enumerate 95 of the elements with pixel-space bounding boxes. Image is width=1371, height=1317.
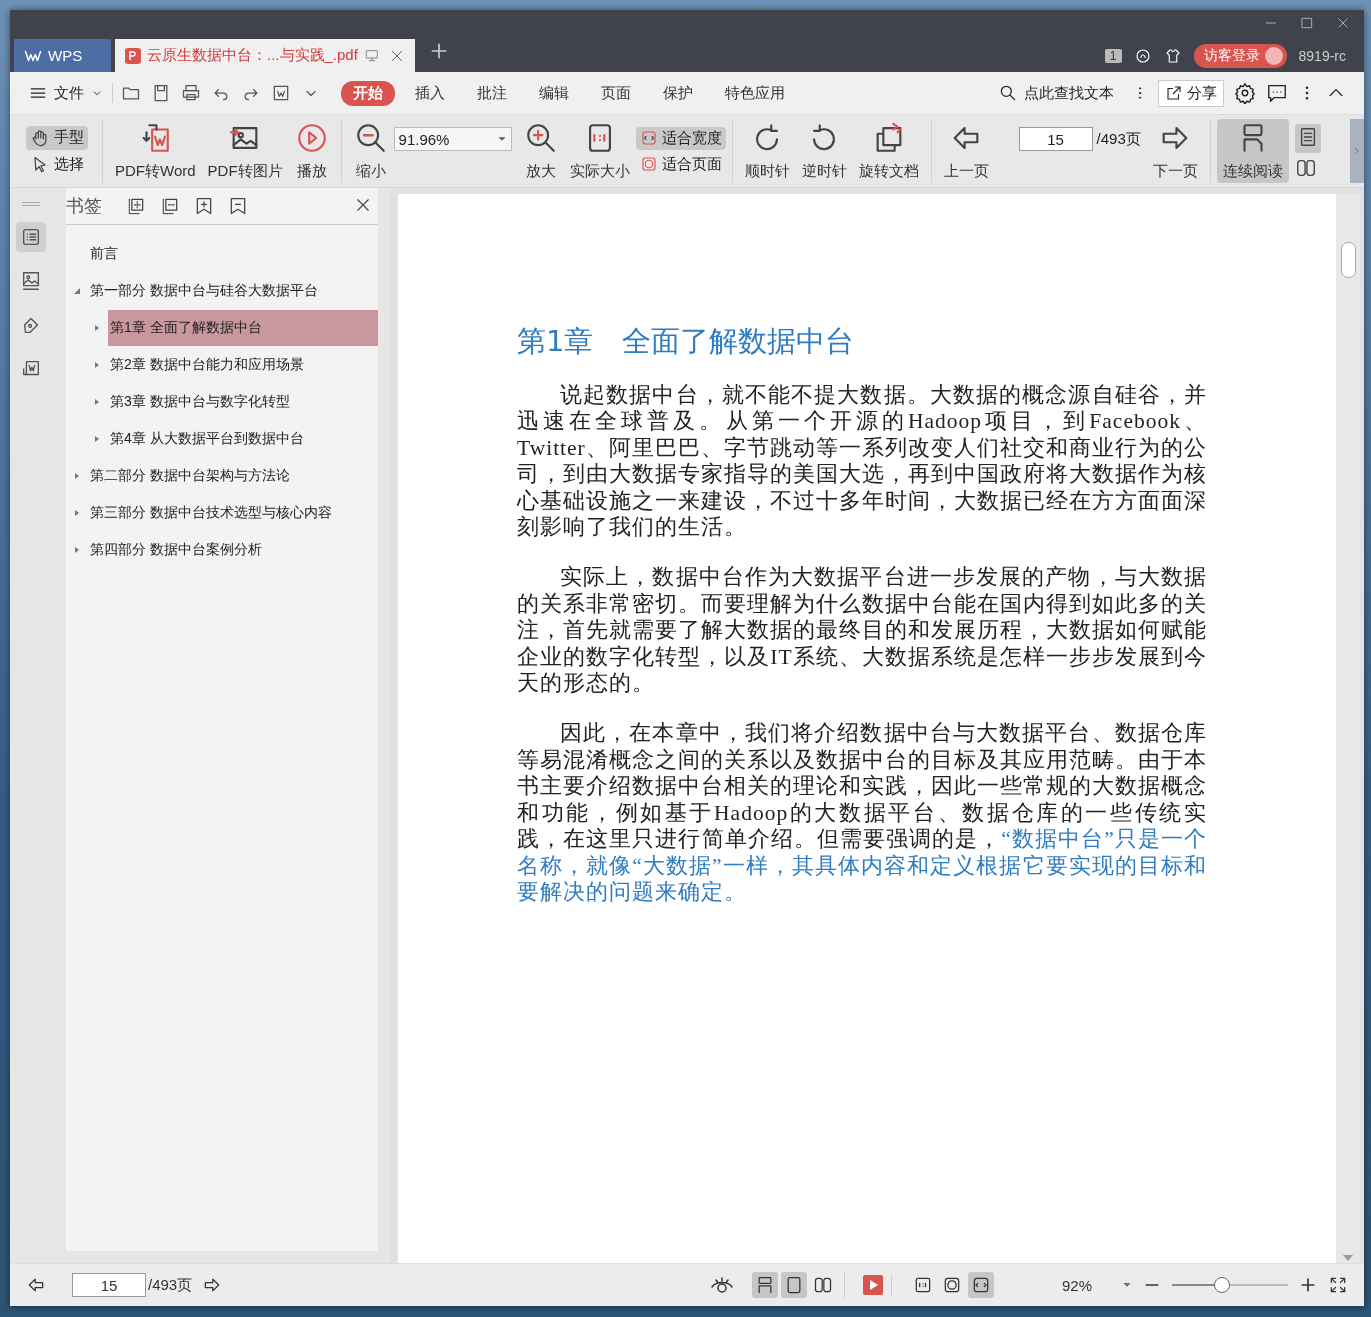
login-button[interactable]: 访客登录 (1193, 43, 1287, 68)
print-icon[interactable] (181, 83, 201, 103)
view-toggle[interactable] (752, 1272, 778, 1298)
paragraph: 实际上，数据中台作为大数据平台进一步发展的产物，与大数据的关系非常密切。而要理解为什么数据中台能在国内得到如此多的关注，首先就需要了解大数据的最终目的和发展历程，大数据如何赋能企业的数字化转型，以及IT系统、大数据系统是怎样一步步发展到今天的形态的。 (517, 564, 1207, 697)
page-number-field[interactable]: 15 (1018, 127, 1093, 151)
paragraph: 因此，在本章中，我们将介绍数据中台与大数据平台、数据仓库等易混淆概念之间的关系以及数据中台的目标及其应用范畴。由于本书主要介绍数据中台相关的理论和实践，因此一些常规的大数据概念和功能，例如基于Hadoop的大数据平台、数据仓库的一些传统实践，在这里只进行简单介绍。但需要强调的是，“数据中台”只是一个名称，就像“大数据”一样，其具体内容和定义根据它要实现的目标和要解决的问题来确定。 (517, 720, 1207, 906)
view-toggle[interactable] (781, 1272, 807, 1298)
fullscreen-icon[interactable] (1328, 1275, 1348, 1295)
search-field[interactable]: 点此查找文本 (998, 83, 1114, 103)
bookmark-item[interactable]: 第1章 全面了解数据中台 (108, 309, 378, 346)
fit-page-icon (942, 1275, 962, 1295)
expand-triangle-icon[interactable] (73, 508, 81, 517)
bookmark-item[interactable]: 第2章 数据中台能力和应用场景 (108, 346, 378, 383)
caret-icon[interactable] (1122, 1280, 1132, 1290)
chat-icon[interactable] (1266, 82, 1288, 104)
zoom-out-button[interactable]: 缩小 (347, 119, 394, 183)
slider-thumb[interactable] (1213, 1277, 1230, 1293)
expand-triangle-icon[interactable] (93, 360, 101, 369)
skin-icon[interactable] (1133, 46, 1152, 65)
bookmark-item[interactable]: 第一部分 数据中台与硅谷大数据平台 (88, 272, 378, 309)
pdf-to-word-button[interactable]: PDF转Word (109, 119, 202, 183)
collapse-all-icon[interactable] (160, 196, 180, 216)
share-icon (1165, 84, 1183, 102)
expand-triangle-icon[interactable] (73, 545, 81, 554)
fit-page-button[interactable]: 适合页面 (635, 152, 726, 176)
page-total: /493页 (148, 1275, 193, 1295)
bookmark-item[interactable]: 第四部分 数据中台案例分析 (88, 531, 378, 568)
bookmark-item[interactable]: 前言 (88, 235, 378, 272)
ribbon-tab[interactable]: 插入 (403, 80, 457, 106)
fit-width-button[interactable]: 适合宽度 (635, 126, 726, 150)
chapter-heading: 第1章 全面了解数据中台 (517, 323, 856, 360)
zoom-in-button[interactable]: 放大 (517, 119, 564, 183)
ribbon-tab[interactable]: 批注 (465, 80, 519, 106)
document-tab[interactable]: WPS (14, 39, 111, 72)
fit-width-icon (639, 129, 658, 147)
play-button[interactable]: 播放 (288, 119, 335, 183)
add-tab-icon[interactable] (429, 41, 449, 61)
search-icon (998, 83, 1018, 103)
bookmark-item[interactable]: 第三部分 数据中台技术选型与核心内容 (88, 494, 378, 531)
two-page-view-icon (813, 1275, 833, 1295)
rotate-clockwise-button[interactable]: 顺时针 (738, 119, 796, 183)
sidebar-tab[interactable] (16, 222, 46, 252)
expand-triangle-icon[interactable] (73, 471, 81, 480)
ribbon-tab[interactable]: 页面 (589, 80, 643, 106)
avatar-icon (1264, 46, 1283, 65)
pdf-to-image-button[interactable]: PDF转图片 (201, 119, 289, 183)
collapse-triangle-icon[interactable] (73, 286, 81, 295)
select-tool[interactable]: 选择 (26, 152, 88, 177)
expand-all-icon[interactable] (126, 196, 146, 216)
share-button[interactable]: 分享 (1158, 79, 1224, 107)
caret-icon (496, 134, 507, 144)
add-bookmark-icon[interactable] (194, 196, 214, 216)
actual-size-icon (913, 1275, 933, 1295)
expand-triangle-icon[interactable] (93, 397, 101, 406)
zoom-field[interactable]: 91.96% (393, 127, 512, 151)
fit-page-icon (639, 155, 658, 173)
outline-icon (20, 226, 42, 248)
hand-tool[interactable]: 手型 (26, 125, 88, 150)
play-icon[interactable] (863, 1275, 883, 1295)
monitor-icon (363, 47, 380, 64)
bookmark-icon[interactable] (228, 196, 248, 216)
ribbon-tab[interactable]: 编辑 (527, 80, 581, 106)
rotate-document-button[interactable]: 旋转文档 (852, 119, 925, 183)
bookmark-item[interactable]: 第4章 从大数据平台到数据中台 (108, 420, 378, 457)
window-count-badge[interactable]: 1 (1104, 48, 1122, 63)
export-icon[interactable] (271, 83, 291, 103)
maximize-icon[interactable] (1300, 15, 1314, 30)
actual-size-button[interactable]: 实际大小 (563, 119, 636, 183)
page-total: /493页 (1096, 129, 1141, 149)
next-page-button[interactable]: 下一页 (1146, 119, 1204, 183)
fit-width-icon (971, 1275, 991, 1295)
bookmark-item[interactable]: 第二部分 数据中台架构与方法论 (88, 457, 378, 494)
panel-title: 书签 (66, 195, 102, 218)
expand-triangle-icon[interactable] (93, 434, 101, 443)
previous-page-button[interactable]: 上一页 (937, 119, 995, 183)
pdf-icon (125, 47, 141, 64)
ribbon-tab[interactable]: 特色应用 (713, 80, 797, 106)
rotate-counterclockwise-button[interactable]: 逆时针 (795, 119, 853, 183)
file-menu[interactable]: 文件 (28, 83, 113, 103)
bookmark-item[interactable]: 第3章 数据中台与数字化转型 (108, 383, 378, 420)
zoom-value[interactable]: 92% (1042, 1276, 1112, 1294)
scrollbar[interactable] (1336, 194, 1360, 1263)
scroll-thumb[interactable] (1341, 242, 1356, 278)
continuous-reading-button[interactable]: 连续阅读 (1216, 119, 1289, 183)
page-number-field[interactable]: 15 (72, 1273, 146, 1297)
thumbnails-icon (20, 270, 42, 292)
expand-triangle-icon[interactable] (93, 323, 101, 332)
settings-icon[interactable] (1234, 82, 1256, 104)
close-icon[interactable] (1336, 15, 1350, 30)
document-tab[interactable]: 云原生数据中台：...与实践_.pdf (115, 39, 415, 72)
paragraph: 说起数据中台，就不能不提大数据。大数据的概念源自硅谷，并迅速在全球普及。从第一个开源的Hadoop项目，到Facebook、Twitter、阿里巴巴、字节跳动等一系列改变人们社交和商业行为的公司，到由大数据专家指导的美国大选，再到中国政府将大数据作为核心基础设施之一来建设，不过十多年时间，大数据已经在方方面面深刻影响了我们的生活。 (517, 382, 1207, 541)
ribbon-tab[interactable]: 开始 (341, 80, 395, 106)
ribbon-tab[interactable]: 保护 (651, 80, 705, 106)
view-toggle[interactable] (968, 1272, 994, 1298)
user-name: 8919-rc (1298, 47, 1346, 64)
